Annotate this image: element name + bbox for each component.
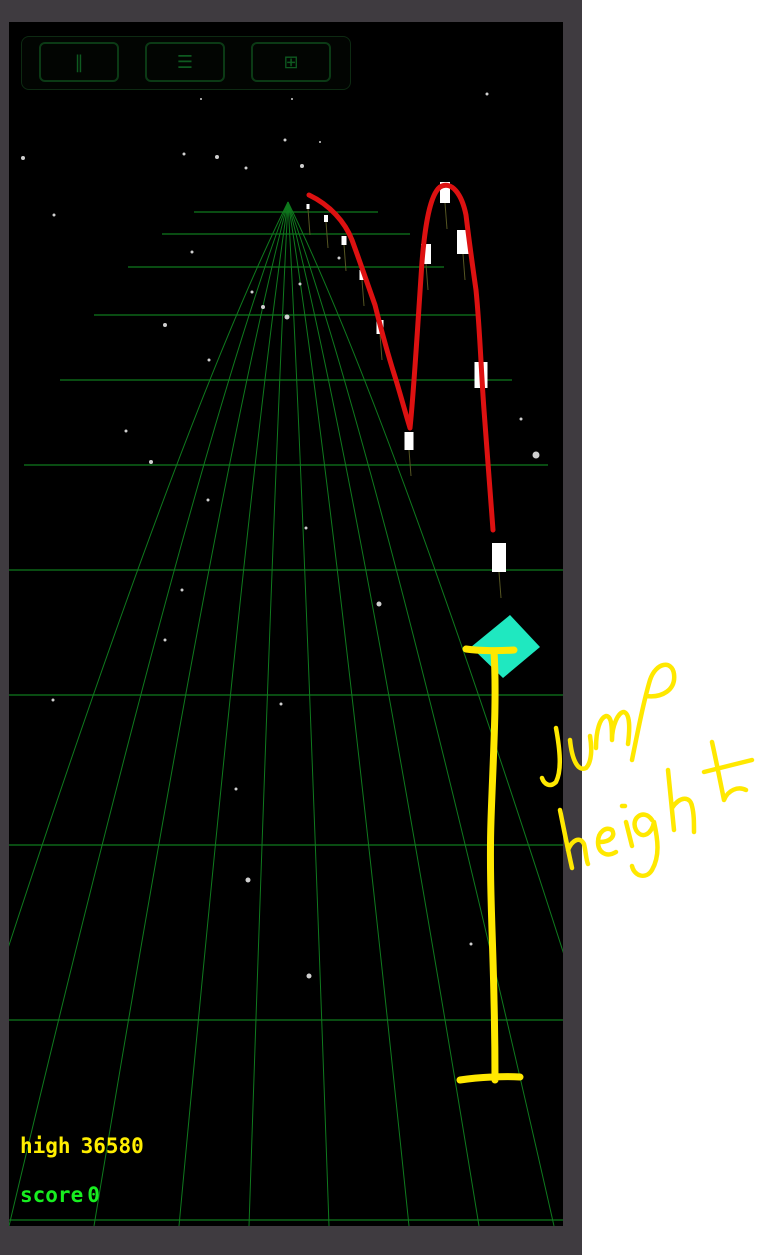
star bbox=[190, 250, 194, 254]
star bbox=[207, 358, 211, 362]
star bbox=[124, 429, 128, 433]
high-score: high 36580 bbox=[20, 1134, 144, 1158]
star bbox=[163, 638, 167, 642]
star bbox=[261, 305, 265, 309]
obstacle-shadow bbox=[425, 263, 429, 291]
grid-line-radial bbox=[287, 201, 480, 1226]
star bbox=[182, 152, 186, 156]
obstacle-shadow bbox=[444, 202, 448, 230]
grid-line-radial bbox=[178, 201, 289, 1226]
obstacle-shadow bbox=[498, 571, 502, 599]
star bbox=[337, 256, 341, 260]
star bbox=[319, 141, 321, 143]
star bbox=[51, 698, 55, 702]
game-canvas[interactable]: ‖ ☰ ⊞ high 36580 score 0 bbox=[9, 22, 563, 1226]
star bbox=[200, 98, 202, 100]
star bbox=[234, 787, 238, 791]
star bbox=[215, 155, 219, 159]
obstacle-block bbox=[474, 362, 488, 388]
current-score: score 0 bbox=[20, 1183, 100, 1207]
menu-button[interactable]: ☰ bbox=[145, 42, 225, 82]
star bbox=[21, 156, 25, 160]
obstacle-block bbox=[457, 230, 469, 254]
pause-icon: ‖ bbox=[74, 51, 84, 73]
star bbox=[244, 166, 248, 170]
obstacle-block bbox=[341, 236, 347, 245]
obstacle-block bbox=[306, 204, 310, 209]
star bbox=[291, 98, 293, 100]
player-diamond bbox=[471, 615, 540, 678]
game-scene bbox=[9, 92, 563, 1226]
star bbox=[519, 417, 523, 421]
star bbox=[376, 601, 382, 607]
pause-button[interactable]: ‖ bbox=[39, 42, 119, 82]
high-score-label: high bbox=[20, 1134, 71, 1158]
star bbox=[532, 451, 540, 459]
perspective-grid bbox=[9, 201, 563, 1226]
star bbox=[250, 290, 254, 294]
grid-line-radial bbox=[248, 201, 289, 1226]
obstacle-shadow bbox=[379, 333, 383, 361]
grid-line-radial bbox=[287, 201, 410, 1226]
grid-button[interactable]: ⊞ bbox=[251, 42, 331, 82]
star bbox=[163, 323, 167, 327]
star bbox=[300, 164, 304, 168]
obstacle-block bbox=[324, 215, 328, 222]
obstacle-shadow bbox=[480, 387, 484, 415]
obstacle-shadow bbox=[307, 208, 311, 236]
obstacle-block bbox=[376, 320, 384, 334]
star bbox=[304, 526, 308, 530]
obstacle-shadow bbox=[325, 221, 329, 249]
high-score-value: 36580 bbox=[80, 1134, 144, 1158]
device-frame: ‖ ☰ ⊞ high 36580 score 0 bbox=[0, 0, 582, 1255]
star bbox=[485, 92, 489, 96]
grid-icon: ⊞ bbox=[283, 51, 299, 73]
star bbox=[52, 213, 56, 217]
grid-line-radial bbox=[287, 201, 563, 954]
obstacle-shadow bbox=[462, 253, 466, 281]
obstacle-trail bbox=[306, 182, 506, 599]
grid-line-radial bbox=[287, 201, 555, 1226]
star bbox=[283, 138, 287, 142]
obstacle-shadow bbox=[361, 279, 365, 307]
star bbox=[279, 702, 283, 706]
height-lettering bbox=[557, 739, 755, 879]
grid-line-radial bbox=[9, 201, 289, 947]
star bbox=[180, 588, 184, 592]
obstacle-shadow bbox=[408, 449, 412, 477]
menu-icon: ☰ bbox=[176, 51, 194, 73]
game-toolbar: ‖ ☰ ⊞ bbox=[21, 36, 351, 90]
star bbox=[298, 282, 302, 286]
grid-line-radial bbox=[9, 201, 289, 1226]
grid-line-radial bbox=[93, 201, 289, 1226]
score-label: score bbox=[20, 1183, 84, 1207]
star bbox=[284, 314, 290, 320]
star bbox=[149, 460, 153, 464]
star bbox=[245, 877, 251, 883]
star bbox=[469, 942, 473, 946]
obstacle-block bbox=[492, 543, 506, 572]
obstacle-block bbox=[421, 244, 431, 264]
obstacle-block bbox=[404, 432, 414, 450]
obstacle-block bbox=[359, 270, 365, 280]
score-value: 0 bbox=[87, 1183, 100, 1207]
star bbox=[206, 498, 210, 502]
obstacle-block bbox=[440, 182, 450, 203]
star bbox=[306, 973, 312, 979]
